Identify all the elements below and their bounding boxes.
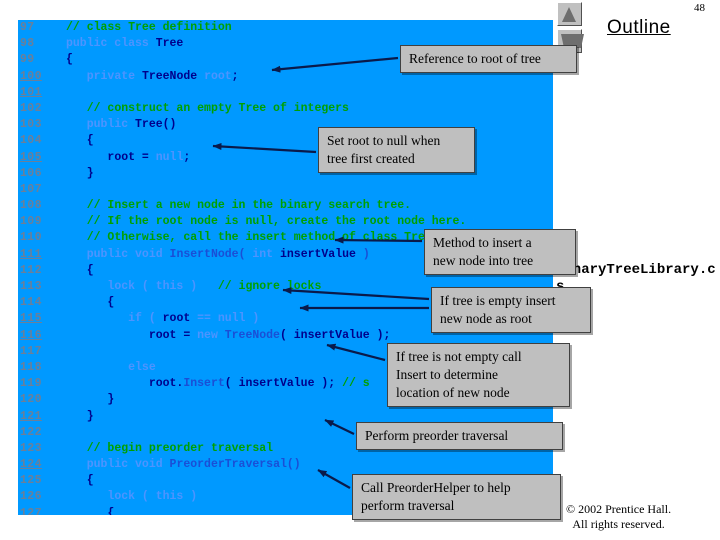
code-line-text: public Tree() (86, 118, 177, 132)
callout-tree-empty: If tree is empty insert new node as root (431, 287, 591, 333)
code-line-text: { (86, 134, 94, 148)
code-line-number: 101 (20, 85, 42, 99)
callout-method-insert: Method to insert a new node into tree (424, 229, 576, 275)
code-line-number: 121 (20, 409, 42, 423)
code-line-number: 111 (20, 247, 42, 261)
code-line-number: 105 (20, 150, 42, 164)
code-line-text: } (86, 409, 94, 423)
code-line-number: 107 (20, 182, 42, 196)
code-line-number: 123 (20, 441, 42, 455)
code-line-number: 119 (20, 377, 42, 391)
code-line-number: 110 (20, 231, 42, 245)
code-line-number: 99 (20, 53, 35, 67)
code-line-text: lock ( this ) (107, 490, 198, 504)
code-line-text: if ( root == null ) (128, 312, 260, 326)
code-line-text: { (107, 296, 115, 310)
code-line-text: private TreeNode root; (86, 69, 239, 83)
code-line-number: 126 (20, 490, 42, 504)
code-line: 108 // Insert a new node in the binary s… (18, 198, 553, 214)
code-line: 97 // class Tree definition (18, 20, 553, 36)
code-line-text: // construct an empty Tree of integers (86, 101, 349, 115)
slide-canvas: 97 // class Tree definition 98 public class… (0, 0, 720, 540)
code-line: 107 (18, 182, 553, 198)
code-line-number: 104 (20, 134, 42, 148)
code-line-number: 116 (20, 328, 42, 342)
code-line-text: root = new TreeNode( insertValue ); (148, 328, 391, 342)
code-line-text: root.Insert( insertValue ); // s (148, 377, 370, 391)
code-line-text: root = null; (107, 150, 191, 164)
code-line-number: 125 (20, 474, 42, 488)
code-line-number: 103 (20, 118, 42, 132)
page-number: 48 (694, 2, 705, 14)
code-line: 124 public void PreorderTraversal() (18, 457, 553, 473)
code-line-number: 114 (20, 296, 42, 310)
code-line-text: { (107, 506, 115, 515)
code-line-number: 115 (20, 312, 42, 326)
code-line-text: { (66, 53, 73, 67)
code-line-number: 97 (20, 21, 35, 34)
callout-perform-preorder: Perform preorder traversal (356, 422, 563, 450)
code-line-number: 124 (20, 458, 42, 472)
code-line-text: lock ( this ) // ignore locks (107, 280, 322, 293)
code-line-number: 109 (20, 215, 42, 229)
scroll-up-button[interactable] (557, 2, 582, 26)
code-line: 102 // construct an empty Tree of intege… (18, 101, 553, 117)
code-line-text: // begin preorder traversal (86, 441, 274, 455)
code-line-text: // class Tree definition (66, 21, 232, 34)
callout-root-reference: Reference to root of tree (400, 45, 577, 73)
code-line-text: // Insert a new node in the binary searc… (86, 199, 412, 213)
code-line-number: 100 (20, 69, 42, 83)
code-line-text: public void InsertNode( int insertValue … (86, 247, 370, 261)
code-line-number: 127 (20, 506, 42, 515)
code-line-text: else (128, 360, 156, 374)
callout-tree-not-empty: If tree is not empty call Insert to dete… (387, 343, 570, 407)
code-line: 101 (18, 85, 553, 101)
code-line-number: 113 (20, 280, 42, 293)
code-line-number: 102 (20, 101, 42, 115)
code-line-number: 120 (20, 393, 42, 407)
code-line-text: { (86, 474, 94, 488)
code-line-text: } (86, 166, 94, 180)
code-line-text: public void PreorderTraversal() (86, 458, 301, 472)
callout-call-preorder-helper: Call PreorderHelper to help perform trav… (352, 474, 561, 520)
triangle-up-icon (562, 7, 576, 22)
code-line-number: 117 (20, 344, 42, 358)
code-line: 109 // If the root node is null, create … (18, 214, 553, 230)
copyright-notice: © 2002 Prentice Hall. All rights reserve… (566, 502, 672, 531)
code-line-number: 106 (20, 166, 42, 180)
callout-set-root-null: Set root to null when tree first created (318, 127, 475, 173)
code-line-text: // If the root node is null, create the … (86, 215, 467, 229)
code-line-number: 118 (20, 360, 42, 374)
page-title: Outline (607, 17, 671, 38)
code-line-number: 108 (20, 199, 42, 213)
code-line-number: 98 (20, 37, 35, 51)
code-line-number: 122 (20, 425, 42, 439)
code-line-text: { (86, 263, 94, 277)
code-line-text: public class Tree (66, 37, 184, 51)
code-line-text: // Otherwise, call the insert method of … (86, 231, 467, 245)
code-line-text: } (107, 393, 115, 407)
code-line-number: 112 (20, 263, 42, 277)
